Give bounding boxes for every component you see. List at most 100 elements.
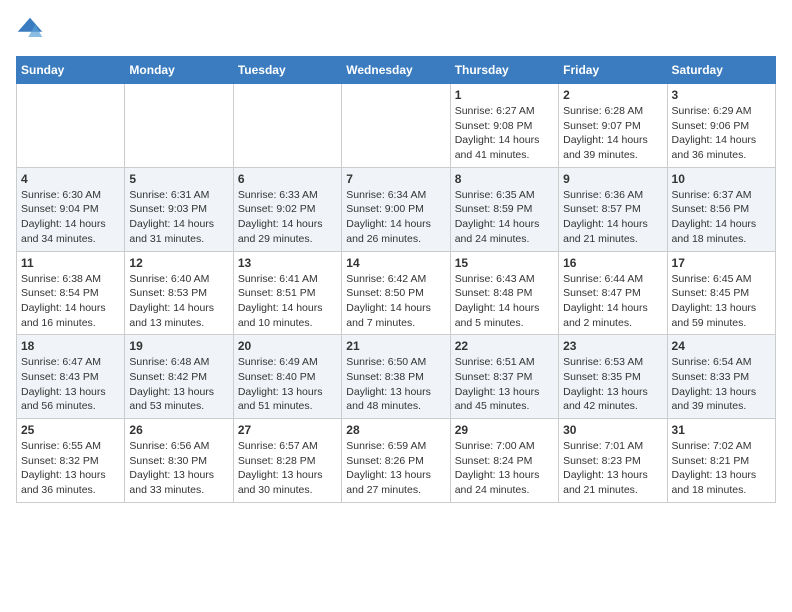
calendar-cell: 12Sunrise: 6:40 AM Sunset: 8:53 PM Dayli… [125, 251, 233, 335]
day-number: 10 [672, 172, 771, 186]
day-number: 26 [129, 423, 228, 437]
calendar-week-5: 25 Sunrise: 6:55 AM Sunset: 8:32 PM Dayli… [17, 419, 776, 503]
day-info: Sunrise: 6:50 AM Sunset: 8:38 PM Dayligh… [346, 355, 445, 414]
calendar-cell: 24 Sunrise: 6:54 AM Sunset: 8:33 PM Dayli… [667, 335, 775, 419]
day-info: Sunrise: 6:30 AM Sunset: 9:04 PM Dayligh… [21, 188, 120, 247]
calendar-cell [17, 84, 125, 168]
calendar-cell: 13 Sunrise: 6:41 AM Sunset: 8:51 PM Dayli… [233, 251, 341, 335]
calendar-cell: 21 Sunrise: 6:50 AM Sunset: 8:38 PM Dayli… [342, 335, 450, 419]
day-info: Sunrise: 6:49 AM Sunset: 8:40 PM Dayligh… [238, 355, 337, 414]
calendar-cell: 27Sunrise: 6:57 AM Sunset: 8:28 PM Dayli… [233, 419, 341, 503]
day-info: Sunrise: 6:41 AM Sunset: 8:51 PM Dayligh… [238, 272, 337, 331]
logo-icon [16, 16, 44, 44]
day-number: 7 [346, 172, 445, 186]
day-number: 29 [455, 423, 554, 437]
calendar-cell: 18Sunrise: 6:47 AM Sunset: 8:43 PM Dayli… [17, 335, 125, 419]
logo [16, 16, 48, 44]
day-info: Sunrise: 6:35 AM Sunset: 8:59 PM Dayligh… [455, 188, 554, 247]
day-info: Sunrise: 6:38 AM Sunset: 8:54 PM Dayligh… [21, 272, 120, 331]
calendar-cell: 20 Sunrise: 6:49 AM Sunset: 8:40 PM Dayli… [233, 335, 341, 419]
calendar-cell: 16Sunrise: 6:44 AM Sunset: 8:47 PM Dayli… [559, 251, 667, 335]
day-info: Sunrise: 6:54 AM Sunset: 8:33 PM Dayligh… [672, 355, 771, 414]
day-info: Sunrise: 7:01 AM Sunset: 8:23 PM Dayligh… [563, 439, 662, 498]
calendar-cell: 5 Sunrise: 6:31 AM Sunset: 9:03 PM Daylig… [125, 167, 233, 251]
calendar-cell [233, 84, 341, 168]
day-info: Sunrise: 6:47 AM Sunset: 8:43 PM Dayligh… [21, 355, 120, 414]
day-info: Sunrise: 6:42 AM Sunset: 8:50 PM Dayligh… [346, 272, 445, 331]
calendar-cell: 1Sunrise: 6:27 AM Sunset: 9:08 PM Daylig… [450, 84, 558, 168]
calendar-cell: 19 Sunrise: 6:48 AM Sunset: 8:42 PM Dayli… [125, 335, 233, 419]
calendar-cell: 6Sunrise: 6:33 AM Sunset: 9:02 PM Daylig… [233, 167, 341, 251]
day-number: 21 [346, 339, 445, 353]
day-number: 31 [672, 423, 771, 437]
day-info: Sunrise: 6:31 AM Sunset: 9:03 PM Dayligh… [129, 188, 228, 247]
day-info: Sunrise: 6:48 AM Sunset: 8:42 PM Dayligh… [129, 355, 228, 414]
calendar-week-2: 4Sunrise: 6:30 AM Sunset: 9:04 PM Daylig… [17, 167, 776, 251]
calendar-cell: 17 Sunrise: 6:45 AM Sunset: 8:45 PM Dayli… [667, 251, 775, 335]
day-number: 23 [563, 339, 662, 353]
day-number: 28 [346, 423, 445, 437]
calendar-cell: 10 Sunrise: 6:37 AM Sunset: 8:56 PM Dayli… [667, 167, 775, 251]
weekday-header-tuesday: Tuesday [233, 57, 341, 84]
weekday-header-saturday: Saturday [667, 57, 775, 84]
weekday-header-monday: Monday [125, 57, 233, 84]
day-number: 14 [346, 256, 445, 270]
day-number: 24 [672, 339, 771, 353]
day-info: Sunrise: 6:29 AM Sunset: 9:06 PM Dayligh… [672, 104, 771, 163]
day-info: Sunrise: 6:45 AM Sunset: 8:45 PM Dayligh… [672, 272, 771, 331]
weekday-header-thursday: Thursday [450, 57, 558, 84]
day-number: 2 [563, 88, 662, 102]
day-number: 1 [455, 88, 554, 102]
day-number: 3 [672, 88, 771, 102]
calendar-table: SundayMondayTuesdayWednesdayThursdayFrid… [16, 56, 776, 503]
day-number: 11 [21, 256, 120, 270]
calendar-week-1: 1Sunrise: 6:27 AM Sunset: 9:08 PM Daylig… [17, 84, 776, 168]
day-number: 15 [455, 256, 554, 270]
day-number: 30 [563, 423, 662, 437]
day-info: Sunrise: 6:28 AM Sunset: 9:07 PM Dayligh… [563, 104, 662, 163]
calendar-cell: 9 Sunrise: 6:36 AM Sunset: 8:57 PM Daylig… [559, 167, 667, 251]
day-number: 8 [455, 172, 554, 186]
day-info: Sunrise: 6:59 AM Sunset: 8:26 PM Dayligh… [346, 439, 445, 498]
weekday-header-sunday: Sunday [17, 57, 125, 84]
day-number: 20 [238, 339, 337, 353]
calendar-cell: 25 Sunrise: 6:55 AM Sunset: 8:32 PM Dayli… [17, 419, 125, 503]
day-info: Sunrise: 6:37 AM Sunset: 8:56 PM Dayligh… [672, 188, 771, 247]
calendar-cell: 2 Sunrise: 6:28 AM Sunset: 9:07 PM Daylig… [559, 84, 667, 168]
weekday-header-wednesday: Wednesday [342, 57, 450, 84]
day-info: Sunrise: 6:36 AM Sunset: 8:57 PM Dayligh… [563, 188, 662, 247]
day-number: 19 [129, 339, 228, 353]
calendar-cell: 14 Sunrise: 6:42 AM Sunset: 8:50 PM Dayli… [342, 251, 450, 335]
day-info: Sunrise: 6:55 AM Sunset: 8:32 PM Dayligh… [21, 439, 120, 498]
day-number: 6 [238, 172, 337, 186]
day-number: 16 [563, 256, 662, 270]
day-number: 13 [238, 256, 337, 270]
calendar-cell: 3 Sunrise: 6:29 AM Sunset: 9:06 PM Daylig… [667, 84, 775, 168]
day-info: Sunrise: 6:53 AM Sunset: 8:35 PM Dayligh… [563, 355, 662, 414]
day-info: Sunrise: 6:51 AM Sunset: 8:37 PM Dayligh… [455, 355, 554, 414]
day-number: 17 [672, 256, 771, 270]
calendar-cell: 23 Sunrise: 6:53 AM Sunset: 8:35 PM Dayli… [559, 335, 667, 419]
weekday-header-row: SundayMondayTuesdayWednesdayThursdayFrid… [17, 57, 776, 84]
calendar-cell: 29 Sunrise: 7:00 AM Sunset: 8:24 PM Dayli… [450, 419, 558, 503]
calendar-cell [125, 84, 233, 168]
day-number: 5 [129, 172, 228, 186]
day-number: 12 [129, 256, 228, 270]
page-header [16, 16, 776, 44]
calendar-week-4: 18Sunrise: 6:47 AM Sunset: 8:43 PM Dayli… [17, 335, 776, 419]
weekday-header-friday: Friday [559, 57, 667, 84]
day-number: 9 [563, 172, 662, 186]
day-number: 25 [21, 423, 120, 437]
calendar-cell: 7 Sunrise: 6:34 AM Sunset: 9:00 PM Daylig… [342, 167, 450, 251]
calendar-cell: 8 Sunrise: 6:35 AM Sunset: 8:59 PM Daylig… [450, 167, 558, 251]
day-info: Sunrise: 6:56 AM Sunset: 8:30 PM Dayligh… [129, 439, 228, 498]
calendar-cell: 30 Sunrise: 7:01 AM Sunset: 8:23 PM Dayli… [559, 419, 667, 503]
day-info: Sunrise: 7:00 AM Sunset: 8:24 PM Dayligh… [455, 439, 554, 498]
calendar-week-3: 11 Sunrise: 6:38 AM Sunset: 8:54 PM Dayli… [17, 251, 776, 335]
day-info: Sunrise: 6:34 AM Sunset: 9:00 PM Dayligh… [346, 188, 445, 247]
day-info: Sunrise: 7:02 AM Sunset: 8:21 PM Dayligh… [672, 439, 771, 498]
day-number: 22 [455, 339, 554, 353]
calendar-cell: 22 Sunrise: 6:51 AM Sunset: 8:37 PM Dayli… [450, 335, 558, 419]
calendar-cell [342, 84, 450, 168]
day-info: Sunrise: 6:57 AM Sunset: 8:28 PM Dayligh… [238, 439, 337, 498]
